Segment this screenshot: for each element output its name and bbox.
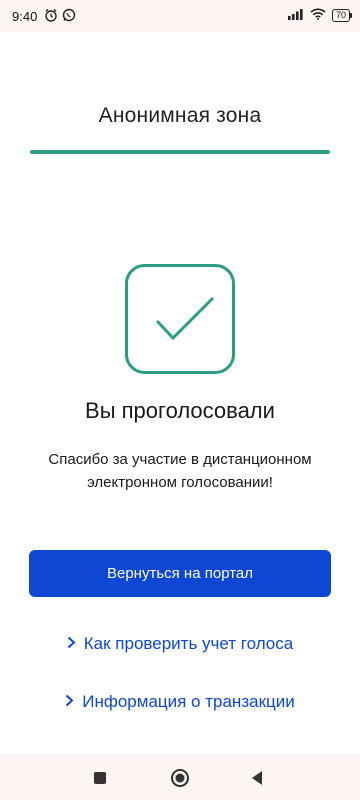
- back-icon[interactable]: [246, 767, 268, 789]
- status-time: 9:40: [12, 9, 38, 24]
- battery-indicator: 70: [331, 9, 353, 22]
- whatsapp-icon: [62, 8, 76, 25]
- link-label: Как проверить учет голоса: [83, 634, 294, 653]
- thanks-message: Спасибо за участие в дистанционном элект…: [48, 451, 312, 491]
- signal-icon: [287, 8, 304, 23]
- wifi-icon: [310, 8, 326, 23]
- check-icon: [125, 264, 235, 379]
- result-title: Вы проголосовали: [85, 398, 275, 423]
- chevron-right-icon: [67, 636, 76, 653]
- transaction-info-link[interactable]: Информация о транзакции: [0, 692, 360, 712]
- system-nav-bar: [0, 755, 360, 800]
- how-to-verify-vote-link[interactable]: Как проверить учет голоса: [0, 634, 360, 654]
- status-right-icons: 70: [287, 8, 353, 23]
- progress-fill: [30, 150, 330, 154]
- chevron-right-icon: [65, 694, 74, 711]
- return-to-portal-button[interactable]: Вернуться на портал: [29, 550, 331, 597]
- progress-bar: [30, 150, 330, 154]
- status-left-icons: [44, 8, 76, 25]
- alarm-icon: [44, 8, 58, 25]
- link-label: Информация о транзакции: [82, 692, 295, 711]
- recents-icon[interactable]: [89, 767, 111, 789]
- home-icon[interactable]: [169, 767, 191, 789]
- status-bar: 9:40 70: [0, 0, 360, 32]
- page-title: Анонимная зона: [98, 104, 262, 127]
